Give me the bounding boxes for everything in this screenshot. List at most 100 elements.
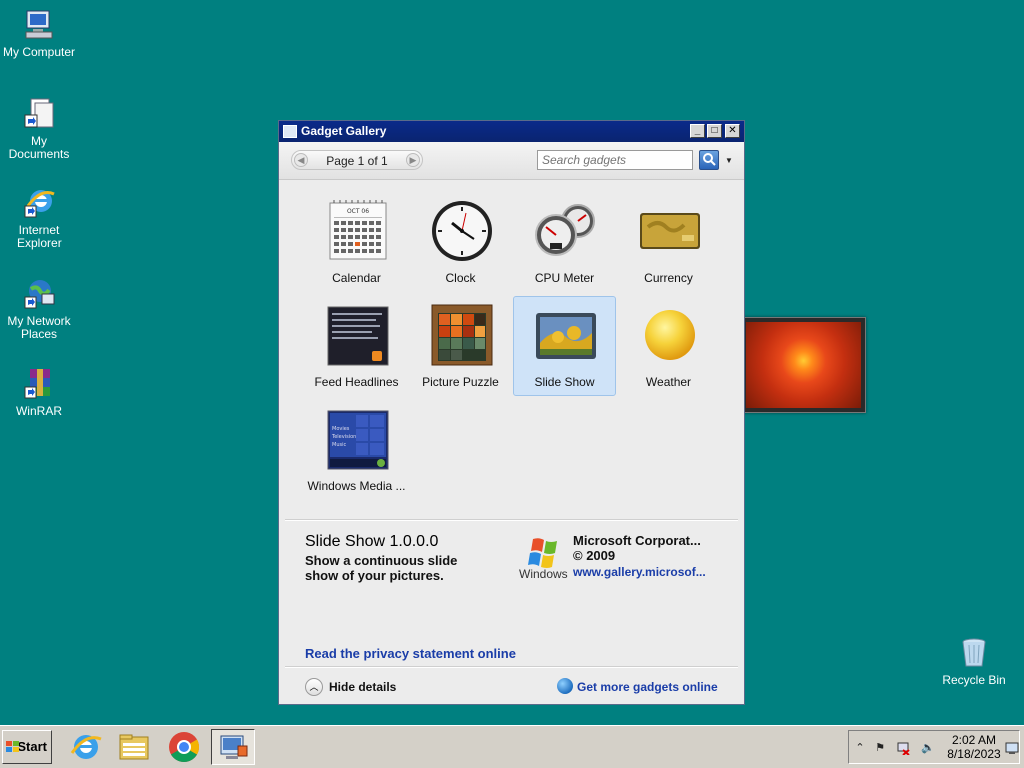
get-more-gadgets-link[interactable]: Get more gadgets online — [577, 680, 718, 694]
desktop-icon-internet-explorer[interactable]: Internet Explorer — [0, 186, 79, 250]
desktop-icon-label: My Network Places — [7, 314, 71, 341]
gadget-name: Clock — [445, 271, 476, 285]
gadget-details-description: Show a continuous slide show of your pic… — [305, 553, 458, 583]
globe-icon — [557, 678, 573, 694]
network-status-icon[interactable] — [897, 741, 911, 756]
slide-show-icon — [534, 303, 598, 367]
show-hidden-icons-button[interactable]: ⌃ — [853, 741, 867, 755]
publisher-website-link[interactable]: www.gallery.microsof... — [573, 565, 706, 579]
maximize-button[interactable]: □ — [707, 124, 722, 138]
tray-clock[interactable]: 2:02 AM 8/18/2023 — [943, 733, 1005, 761]
desktop-icon-recycle-bin[interactable]: Recycle Bin — [934, 636, 1014, 687]
show-desktop-icon[interactable] — [1005, 741, 1019, 755]
window-title: Gadget Gallery — [301, 124, 387, 138]
desktop-icon-my-documents[interactable]: My Documents — [0, 97, 79, 161]
window-titlebar[interactable]: Gadget Gallery _ □ ✕ — [279, 121, 744, 142]
gadget-tile-currency[interactable]: Currency — [617, 192, 720, 292]
gadget-name: Picture Puzzle — [422, 375, 499, 389]
media-menu-item: Television — [331, 434, 356, 440]
hide-details-label[interactable]: Hide details — [329, 680, 396, 694]
chevron-up-icon: ︿ — [309, 682, 319, 692]
documents-icon — [22, 97, 56, 131]
desktop-icon-my-computer[interactable]: My Computer — [0, 8, 79, 59]
gadget-tile-calendar[interactable]: OCT 06 Calendar — [305, 192, 408, 292]
search-icon — [703, 153, 716, 166]
currency-icon — [638, 199, 702, 263]
taskbar: Start ⌃ ⚑ 🔈 2:02 AM 8/18/2023 — [0, 725, 1024, 768]
search-button[interactable] — [699, 150, 719, 170]
gadget-grid: OCT 06 Calendar Clock CPU Meter Currency… — [279, 180, 744, 520]
windows-media-center-icon: Movies Television Music — [326, 407, 390, 471]
taskbar-chrome[interactable] — [162, 729, 206, 765]
desktop-icon-label: Recycle Bin — [942, 673, 1006, 687]
footer-divider — [285, 666, 738, 668]
feed-headlines-icon — [326, 303, 390, 367]
search-box — [537, 150, 694, 170]
cpu-meter-icon — [534, 199, 598, 263]
weather-sun-icon — [638, 303, 702, 367]
folder-icon — [119, 734, 149, 760]
computer-icon — [22, 8, 56, 42]
taskbar-internet-explorer[interactable] — [64, 729, 108, 765]
clock-icon — [430, 199, 494, 263]
chrome-icon — [169, 732, 200, 763]
search-options-dropdown[interactable]: ▼ — [725, 156, 733, 165]
media-menu-item: Movies — [332, 426, 350, 432]
gadget-tile-slide-show[interactable]: Slide Show — [513, 296, 616, 396]
desktop-icon-winrar[interactable]: WinRAR — [0, 367, 79, 418]
copyright-text: © 2009 — [573, 548, 616, 563]
volume-icon[interactable]: 🔈 — [921, 741, 935, 755]
internet-explorer-icon — [70, 735, 102, 759]
gadget-gallery-app-icon — [283, 125, 297, 138]
gallery-footer: ︿ Hide details Get more gadgets online — [279, 669, 744, 704]
privacy-statement-link[interactable]: Read the privacy statement online — [305, 646, 516, 661]
gadget-tile-feed-headlines[interactable]: Feed Headlines — [305, 296, 408, 396]
gadgets-icon — [220, 735, 248, 759]
gadget-tile-cpu-meter[interactable]: CPU Meter — [513, 192, 616, 292]
publisher-info: Microsoft Corporat... © 2009 — [573, 533, 701, 563]
search-input[interactable] — [540, 152, 694, 168]
calendar-month-label: OCT 06 — [347, 208, 369, 215]
gadget-name: Slide Show — [534, 375, 595, 389]
start-button[interactable]: Start — [2, 730, 52, 764]
gadget-gallery-window: Gadget Gallery _ □ ✕ ◀ Page 1 of 1 ▶ ▼ O… — [278, 120, 745, 705]
windows-logo-icon: Windows — [519, 535, 569, 581]
network-places-icon — [22, 277, 56, 311]
clock-time: 2:02 AM — [951, 733, 997, 747]
gadget-name: Calendar — [332, 271, 381, 285]
gadget-tile-clock[interactable]: Clock — [409, 192, 512, 292]
system-tray: ⌃ ⚑ 🔈 2:02 AM 8/18/2023 — [848, 730, 1020, 764]
next-page-button[interactable]: ▶ — [406, 153, 420, 167]
windows-logo-text: Windows — [519, 567, 568, 579]
taskbar-gadget-gallery[interactable] — [211, 729, 255, 765]
gadget-name: Weather — [645, 375, 692, 389]
gallery-toolbar: ◀ Page 1 of 1 ▶ ▼ — [279, 142, 744, 180]
gadget-name: Currency — [644, 271, 693, 285]
gadget-name: CPU Meter — [534, 271, 595, 285]
desktop-icon-label: Internet Explorer — [17, 223, 62, 250]
minimize-button[interactable]: _ — [690, 124, 705, 138]
desktop-icon-label: My Documents — [8, 134, 70, 161]
media-menu-item: Music — [332, 442, 346, 448]
clock-date: 8/18/2023 — [947, 747, 1001, 761]
gadget-tile-picture-puzzle[interactable]: Picture Puzzle — [409, 296, 512, 396]
gadget-tile-windows-media-center[interactable]: Movies Television Music Windows Media ..… — [305, 400, 408, 500]
slide-show-desktop-gadget[interactable] — [741, 317, 866, 413]
taskbar-file-explorer[interactable] — [112, 729, 156, 765]
desktop-icon-my-network-places[interactable]: My Network Places — [0, 277, 79, 341]
internet-explorer-icon — [22, 186, 56, 220]
picture-puzzle-icon — [430, 303, 494, 367]
gadget-tile-weather[interactable]: Weather — [617, 296, 720, 396]
close-button[interactable]: ✕ — [725, 124, 740, 138]
page-navigator: ◀ Page 1 of 1 ▶ — [291, 150, 423, 170]
gadget-details-panel: Slide Show 1.0.0.0 Show a continuous sli… — [279, 521, 744, 665]
recycle-bin-icon — [957, 636, 991, 670]
action-center-flag-icon[interactable]: ⚑ — [873, 741, 887, 755]
hide-details-button[interactable]: ︿ — [305, 678, 323, 696]
start-label: Start — [17, 739, 47, 754]
gadget-name: Windows Media ... — [307, 479, 406, 493]
winrar-icon — [22, 367, 56, 401]
publisher-name: Microsoft Corporat... — [573, 533, 701, 548]
gadget-details-title: Slide Show 1.0.0.0 — [305, 533, 439, 550]
windows-flag-icon — [6, 741, 19, 752]
